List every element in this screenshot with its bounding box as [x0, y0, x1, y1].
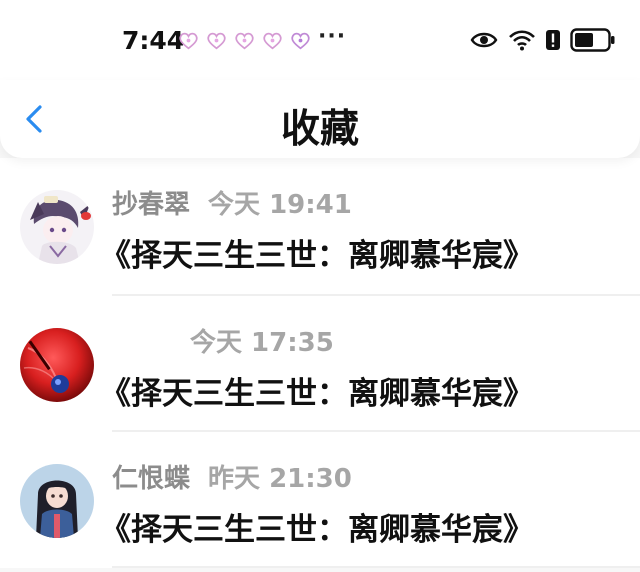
list-item[interactable]: 仁恨蝶 昨天 21:30 《择天三生三世：离卿慕华宸》: [0, 432, 640, 568]
eye-icon: [470, 32, 498, 48]
heart-badge-icon: [207, 32, 226, 50]
item-content[interactable]: 《择天三生三世：离卿慕华宸》: [100, 504, 534, 549]
avatar[interactable]: [20, 190, 94, 264]
item-content[interactable]: 《择天三生三世：离卿慕华宸》: [100, 368, 534, 413]
favorites-list: 抄春翠 今天 19:41 《择天三生三世：离卿慕华宸》 今天 17:35 《择天…: [0, 158, 640, 568]
heart-badge-icon: [235, 32, 254, 50]
wifi-icon: [509, 30, 535, 51]
heart-badge-icon: [263, 32, 282, 50]
anime-girl-avatar-image: [20, 464, 94, 538]
item-meta: 今天 17:35: [112, 322, 334, 359]
avatar[interactable]: [20, 464, 94, 538]
nav-bar: 收藏: [0, 80, 640, 158]
list-item[interactable]: 抄春翠 今天 19:41 《择天三生三世：离卿慕华宸》: [0, 158, 640, 296]
item-meta: 抄春翠 今天 19:41: [112, 184, 352, 221]
sender-name: 抄春翠: [112, 190, 191, 220]
status-time: 7:44: [122, 26, 185, 55]
avatar[interactable]: [20, 328, 94, 402]
battery-icon: [570, 28, 615, 52]
heart-badge-icon: [179, 32, 198, 50]
list-item[interactable]: 今天 17:35 《择天三生三世：离卿慕华宸》: [0, 296, 640, 432]
item-time: 今天 17:35: [190, 328, 334, 358]
notification-icons: [178, 31, 311, 50]
item-content[interactable]: 《择天三生三世：离卿慕华宸》: [100, 230, 534, 275]
more-notifications: ···: [318, 24, 347, 49]
alert-icon: [546, 30, 560, 50]
red-abstract-avatar-image: [20, 328, 94, 402]
system-icons: [470, 28, 616, 52]
page-title: 收藏: [280, 107, 359, 152]
status-bar: 7:44 ···: [0, 0, 640, 80]
heart-badge-icon: [291, 32, 310, 50]
anime-character-avatar-image: [20, 190, 94, 264]
item-time: 今天 19:41: [208, 190, 352, 220]
item-time: 昨天 21:30: [208, 464, 352, 494]
sender-name: 仁恨蝶: [112, 464, 191, 494]
divider: [112, 566, 640, 568]
item-meta: 仁恨蝶 昨天 21:30: [112, 458, 352, 495]
